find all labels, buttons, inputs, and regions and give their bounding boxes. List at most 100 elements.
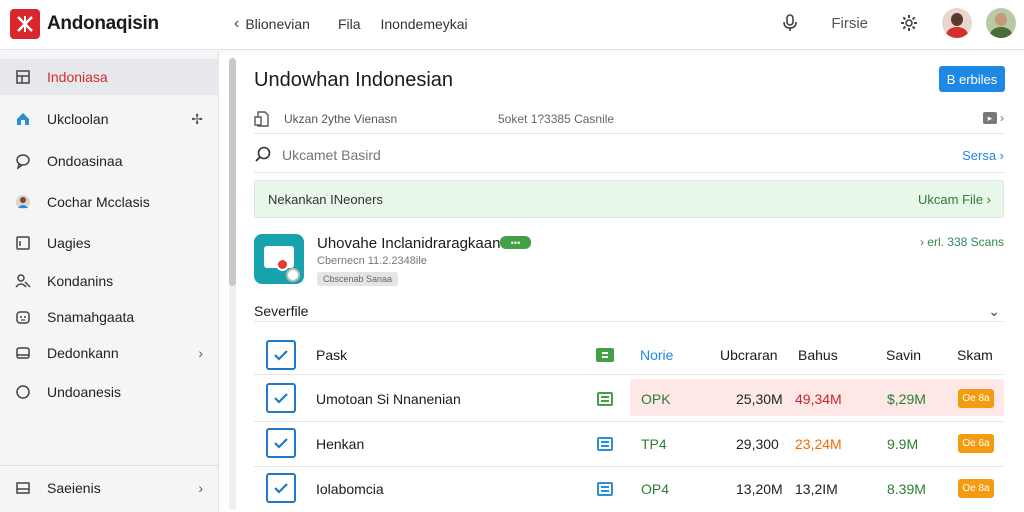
app-name: Andonaqisin (47, 13, 159, 34)
row-tag[interactable]: Oe 8a (958, 376, 994, 421)
breadcrumb-item[interactable]: Fila (338, 16, 361, 32)
sidebar-item-snamahgaata[interactable]: Snamahgaata (0, 299, 219, 335)
breadcrumb-item[interactable]: Blionevian (245, 16, 310, 32)
chevron-right-icon: › (1000, 111, 1004, 125)
sidebar-divider (0, 465, 219, 466)
row-tag[interactable]: Oe 8a (958, 466, 994, 511)
chat-icon (14, 152, 32, 170)
banner-link[interactable]: Ukcam File › (918, 192, 991, 207)
column-header[interactable]: Pask (316, 337, 347, 373)
column-header[interactable]: Bahus (798, 337, 838, 373)
row-value: 23,24M (795, 435, 842, 452)
search-icon (254, 145, 272, 166)
scrollbar-thumb[interactable] (229, 58, 236, 286)
row-value: 49,34M (795, 390, 842, 407)
divider (254, 133, 1004, 134)
row-value: 25,30M (736, 390, 783, 407)
users-icon (14, 272, 32, 290)
sidebar-item-label: Kondanins (47, 273, 114, 289)
next-button[interactable]: ▸ › (983, 111, 1004, 125)
sidebar-item-uagies[interactable]: Uagies (0, 225, 219, 261)
table-row[interactable]: Henkan TP4 29,300 23,24M 9.9M Oe 6a (254, 421, 1004, 466)
row-checkbox[interactable] (266, 428, 296, 458)
home-icon (14, 110, 32, 128)
sidebar-item-label: Ondoasinaa (47, 153, 123, 169)
sidebar-item-indoniasa[interactable]: Indoniasa (0, 59, 219, 95)
row-checkbox[interactable] (266, 473, 296, 503)
chevron-right-icon[interactable]: › (198, 345, 203, 361)
column-header[interactable]: Savin (886, 337, 921, 373)
breadcrumb-item[interactable]: Inondemeykai (381, 16, 468, 32)
sidebar-item-ukcloolan[interactable]: Ukcloolan ✢ (0, 101, 219, 137)
gear-icon[interactable] (898, 12, 920, 34)
file-icon (597, 466, 613, 511)
section-header[interactable]: Severfile ⌄ (254, 301, 1004, 321)
sidebar-item-dedonkann[interactable]: Dedonkann › (0, 335, 219, 371)
divider (254, 374, 1004, 375)
avatar-icon (14, 193, 32, 211)
card-subtitle: Cbernecn 11.2.2348ile (317, 255, 427, 267)
brand[interactable]: Andonaqisin (10, 9, 159, 39)
chevron-right-icon[interactable]: › (198, 480, 203, 496)
sidebar-item-undoanesis[interactable]: Undoanesis (0, 374, 219, 410)
table-row[interactable]: Iolabomcia OP4 13,20M 13,2IM 8.39M Oe 8a (254, 466, 1004, 511)
search-link[interactable]: Sersa › (962, 148, 1004, 163)
row-name: Iolabomcia (316, 480, 384, 497)
brand-logo (10, 9, 40, 39)
sidebar-item-label: Dedonkann (47, 345, 119, 361)
column-header[interactable]: Norie (640, 337, 673, 373)
sidebar-item-ondoasinaa[interactable]: Ondoasinaa (0, 143, 219, 179)
status-badge: ••• (500, 236, 531, 249)
circle-icon (14, 383, 32, 401)
file-icon (596, 337, 614, 373)
row-name: Henkan (316, 435, 365, 452)
breadcrumb: ‹ Blionevian Fila Inondemeykai (234, 15, 468, 33)
topbar-label[interactable]: Firsie (831, 15, 868, 32)
row-value: 9.9M (887, 435, 919, 452)
row-tag[interactable]: Oe 6a (958, 421, 994, 466)
row-status: TP4 (641, 435, 667, 452)
card-tag: Cbscenab Sanaa (317, 272, 399, 286)
top-right-controls: Firsie (779, 8, 1016, 38)
document-icon (14, 234, 32, 252)
search-input[interactable] (282, 147, 582, 163)
row-value: $,29M (887, 390, 926, 407)
table-row[interactable]: Umotoan Si Nnanenian OPK 25,30M 49,34M $… (254, 376, 1004, 421)
file-icon (597, 376, 613, 421)
select-all-checkbox[interactable] (266, 340, 296, 370)
sidebar-item-cochar-mcclasis[interactable]: Cochar Mcclasis (0, 184, 219, 220)
user-avatar[interactable] (986, 8, 1016, 38)
file-card[interactable]: Uhovahe Inclanidraragkaan ••• Cbernecn 1… (254, 232, 1004, 292)
file-icon (254, 110, 272, 128)
user-avatar[interactable] (942, 8, 972, 38)
divider (254, 172, 1004, 173)
row-name: Umotoan Si Nnanenian (316, 390, 461, 407)
info-banner: Nekankan INeoners Ukcam File › (254, 180, 1004, 218)
play-icon: ▸ (983, 112, 997, 124)
sidebar-item-label: Undoanesis (47, 384, 121, 400)
sidebar-item-label: Ukcloolan (47, 111, 109, 127)
row-checkbox[interactable] (266, 383, 296, 413)
layout-icon (14, 68, 32, 86)
sidebar-item-label: Saeienis (47, 480, 101, 496)
row-value: 8.39M (887, 480, 926, 497)
sidebar: Indoniasa Ukcloolan ✢ Ondoasinaa Cochar … (0, 51, 219, 512)
microphone-icon[interactable] (779, 12, 801, 34)
sidebar-item-label: Cochar Mcclasis (47, 194, 150, 210)
sidebar-item-saeienis[interactable]: Saeienis › (0, 470, 219, 506)
primary-button[interactable]: B erbiles (939, 66, 1005, 92)
card-scans-link[interactable]: › erl. 338 Scans (920, 235, 1004, 249)
column-header[interactable]: Skam (957, 337, 993, 373)
main-content: Undowhan Indonesian B erbiles Ukzan 2yth… (240, 51, 1018, 512)
column-header[interactable]: Ubcraran (720, 337, 778, 373)
pin-icon[interactable]: ✢ (191, 111, 203, 128)
file-icon (597, 421, 613, 466)
divider (254, 321, 1004, 322)
sidebar-item-kondanins[interactable]: Kondanins (0, 263, 219, 299)
row-status: OP4 (641, 480, 670, 497)
row-value: 29,300 (736, 435, 779, 452)
file-thumbnail (254, 234, 304, 284)
chevron-down-icon[interactable]: ⌄ (988, 303, 1000, 320)
tray-icon (14, 479, 32, 497)
back-chevron-icon[interactable]: ‹ (234, 15, 239, 33)
